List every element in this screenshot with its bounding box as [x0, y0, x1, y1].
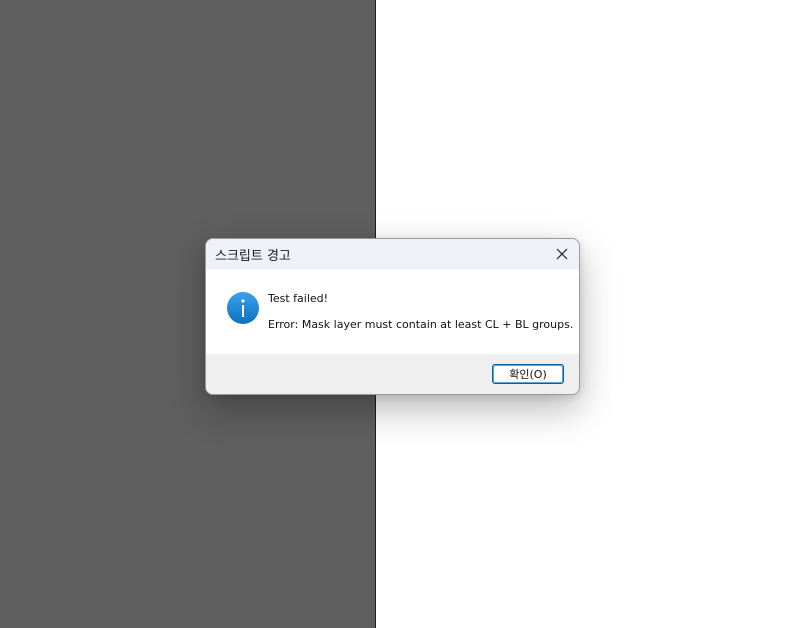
close-button[interactable] [549, 241, 575, 267]
info-icon [227, 292, 259, 324]
desktop-background: 스크립트 경고 Test failed! Error: Mask layer m… [0, 0, 806, 628]
ok-button[interactable]: 확인(O) [492, 364, 564, 384]
script-alert-dialog: 스크립트 경고 Test failed! Error: Mask layer m… [205, 238, 580, 395]
dialog-title: 스크립트 경고 [215, 249, 291, 264]
dialog-footer: 확인(O) [206, 354, 579, 394]
message-heading: Test failed! [268, 292, 329, 305]
dialog-content: Test failed! Error: Mask layer must cont… [206, 269, 579, 354]
message-body: Error: Mask layer must contain at least … [268, 318, 574, 331]
dialog-titlebar[interactable]: 스크립트 경고 [206, 239, 579, 269]
close-icon [556, 248, 568, 260]
